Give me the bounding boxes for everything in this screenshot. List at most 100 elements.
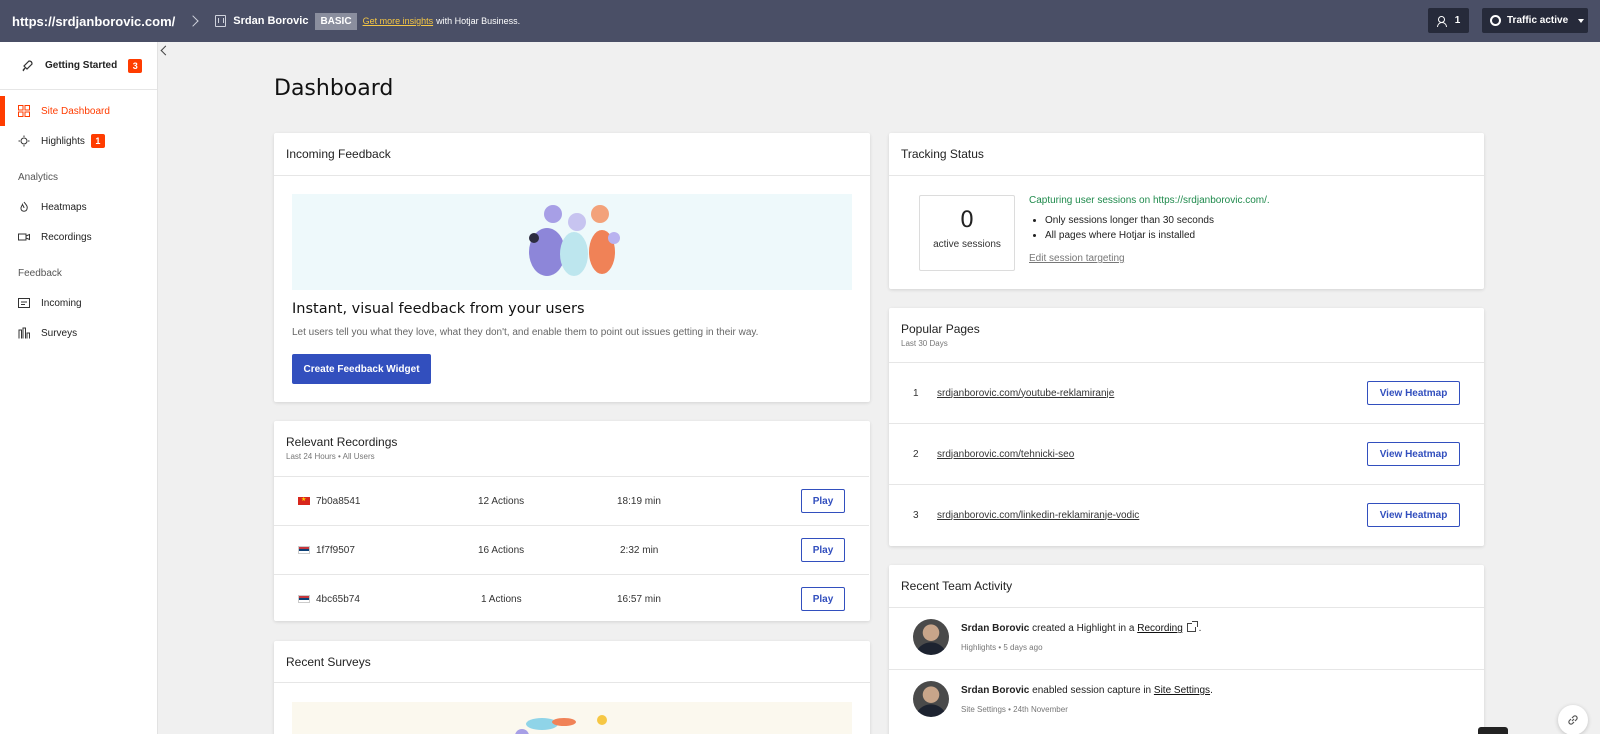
avatar bbox=[913, 619, 949, 655]
upsell-link[interactable]: Get more insights bbox=[363, 16, 434, 26]
recording-row[interactable]: 7b0a8541 12 Actions 18:19 min Play bbox=[274, 476, 869, 525]
active-sessions-count: 0 bbox=[960, 208, 974, 233]
card-header: Relevant Recordings Last 24 Hours • All … bbox=[274, 421, 870, 476]
activity-meta: Site Settings • 24th November bbox=[961, 705, 1068, 714]
activity-target-link[interactable]: Recording bbox=[1137, 623, 1183, 634]
sidebar-item-surveys[interactable]: Surveys bbox=[0, 318, 157, 348]
team-member-count: 1 bbox=[1454, 15, 1461, 26]
sidebar-item-label: Heatmaps bbox=[41, 201, 87, 213]
play-button[interactable]: Play bbox=[801, 489, 845, 513]
collapse-sidebar-button[interactable] bbox=[158, 42, 172, 58]
status-ring-icon bbox=[1490, 15, 1501, 26]
recording-actions: 12 Actions bbox=[478, 495, 525, 507]
capturing-status: Capturing user sessions on https://srdja… bbox=[1029, 195, 1270, 206]
surveys-illustration bbox=[292, 702, 852, 734]
recent-team-activity-card: Recent Team Activity Srdan Borovic creat… bbox=[889, 565, 1484, 734]
card-title: Popular Pages bbox=[901, 322, 980, 336]
page-rank: 1 bbox=[913, 387, 919, 399]
sidebar-item-heatmaps[interactable]: Heatmaps bbox=[0, 192, 157, 222]
sidebar-item-label: Site Dashboard bbox=[41, 105, 110, 117]
recent-surveys-card: Recent Surveys bbox=[274, 641, 870, 734]
sidebar-item-label: Incoming bbox=[41, 297, 82, 309]
page-url-link[interactable]: srdjanborovic.com/youtube-reklamiranje bbox=[937, 388, 1114, 399]
recording-actions: 1 Actions bbox=[481, 593, 522, 605]
card-title: Recent Team Activity bbox=[901, 579, 1013, 593]
popular-page-row: 2 srdjanborovic.com/tehnicki-seo View He… bbox=[889, 423, 1484, 484]
sidebar-item-incoming[interactable]: Incoming bbox=[0, 288, 157, 318]
page-url-link[interactable]: srdjanborovic.com/tehnicki-seo bbox=[937, 449, 1074, 460]
relevant-recordings-card: Relevant Recordings Last 24 Hours • All … bbox=[274, 421, 870, 621]
sidebar-item-label: Surveys bbox=[41, 327, 78, 339]
card-title: Tracking Status bbox=[901, 147, 984, 161]
card-title: Recent Surveys bbox=[286, 655, 371, 669]
recording-row[interactable]: 1f7f9507 16 Actions 2:32 min Play bbox=[274, 525, 869, 574]
active-sessions-label: active sessions bbox=[933, 239, 1001, 250]
camera-icon bbox=[18, 233, 30, 241]
feedback-tab[interactable] bbox=[1478, 727, 1508, 734]
feedback-description: Let users tell you what they love, what … bbox=[292, 327, 759, 338]
card-subtitle: Last 30 Days bbox=[901, 339, 948, 348]
sidebar-item-site-dashboard[interactable]: Site Dashboard bbox=[0, 96, 157, 126]
card-header: Recent Team Activity bbox=[889, 565, 1484, 608]
page-rank: 2 bbox=[913, 448, 919, 460]
section-feedback: Feedback bbox=[18, 267, 62, 279]
feedback-illustration bbox=[292, 194, 852, 290]
card-subtitle: Last 24 Hours • All Users bbox=[286, 452, 375, 461]
recording-id: 4bc65b74 bbox=[316, 593, 360, 605]
sidebar-item-highlights[interactable]: Highlights 1 bbox=[0, 126, 157, 156]
tracking-rule: All pages where Hotjar is installed bbox=[1045, 230, 1214, 241]
create-feedback-widget-button[interactable]: Create Feedback Widget bbox=[292, 354, 431, 384]
recording-duration: 18:19 min bbox=[617, 495, 661, 507]
chevron-right-icon bbox=[187, 15, 199, 27]
view-heatmap-button[interactable]: View Heatmap bbox=[1367, 503, 1460, 527]
sidebar-item-recordings[interactable]: Recordings bbox=[0, 222, 157, 252]
inbox-icon bbox=[18, 298, 30, 308]
activity-row: Srdan Borovic enabled session capture in… bbox=[889, 669, 1484, 730]
view-heatmap-button[interactable]: View Heatmap bbox=[1367, 381, 1460, 405]
activity-row: Srdan Borovic created a Highlight in a R… bbox=[889, 608, 1484, 669]
active-sessions-box: 0 active sessions bbox=[919, 195, 1015, 271]
activity-action: enabled session capture in bbox=[1032, 685, 1152, 696]
activity-end: . bbox=[1210, 685, 1213, 696]
section-analytics: Analytics bbox=[18, 171, 59, 183]
activity-end: . bbox=[1198, 623, 1202, 634]
card-title: Relevant Recordings bbox=[286, 435, 398, 449]
recording-row[interactable]: 4bc65b74 1 Actions 16:57 min Play bbox=[274, 574, 869, 623]
card-header: Recent Surveys bbox=[274, 641, 870, 683]
page-title: Dashboard bbox=[274, 76, 394, 101]
page-rank: 3 bbox=[913, 509, 919, 521]
activity-text: Srdan Borovic created a Highlight in a R… bbox=[961, 621, 1202, 634]
getting-started-item[interactable]: Getting Started 3 bbox=[0, 42, 157, 90]
dashboard-icon bbox=[18, 105, 30, 117]
avatar bbox=[913, 681, 949, 717]
site-url[interactable]: https://srdjanborovic.com/ bbox=[12, 14, 175, 29]
play-button[interactable]: Play bbox=[801, 587, 845, 611]
tracking-status-card: Tracking Status 0 active sessions Captur… bbox=[889, 133, 1484, 289]
traffic-status-dropdown[interactable]: Traffic active bbox=[1482, 8, 1588, 33]
recording-duration: 16:57 min bbox=[617, 593, 661, 605]
view-heatmap-button[interactable]: View Heatmap bbox=[1367, 442, 1460, 466]
popular-page-row: 3 srdjanborovic.com/linkedin-reklamiranj… bbox=[889, 484, 1484, 545]
link-button[interactable] bbox=[1558, 705, 1588, 734]
edit-session-targeting-link[interactable]: Edit session targeting bbox=[1029, 253, 1125, 264]
recording-id: 1f7f9507 bbox=[316, 544, 355, 556]
activity-user: Srdan Borovic bbox=[961, 623, 1030, 634]
popular-pages-card: Popular Pages Last 30 Days 1 srdjanborov… bbox=[889, 308, 1484, 546]
play-button[interactable]: Play bbox=[801, 538, 845, 562]
getting-started-label: Getting Started bbox=[45, 60, 118, 71]
incoming-feedback-card: Incoming Feedback Instant, visual feedba… bbox=[274, 133, 870, 402]
activity-text: Srdan Borovic enabled session capture in… bbox=[961, 685, 1213, 696]
card-title: Incoming Feedback bbox=[286, 147, 391, 161]
organization-name[interactable]: Srdan Borovic bbox=[233, 15, 308, 27]
caret-down-icon bbox=[1578, 18, 1585, 23]
external-link-icon[interactable] bbox=[1186, 621, 1198, 632]
activity-target-link[interactable]: Site Settings bbox=[1154, 685, 1210, 696]
flag-serbia-icon bbox=[298, 595, 310, 603]
flame-icon bbox=[20, 201, 28, 212]
popular-page-row: 1 srdjanborovic.com/youtube-reklamiranje… bbox=[889, 362, 1484, 423]
page-url-link[interactable]: srdjanborovic.com/linkedin-reklamiranje-… bbox=[937, 510, 1139, 521]
bulb-icon bbox=[18, 135, 30, 147]
rocket-icon bbox=[22, 59, 33, 71]
team-members-button[interactable]: 1 bbox=[1428, 8, 1469, 33]
sidebar: Getting Started 3 Site Dashboard Highlig… bbox=[0, 42, 158, 734]
